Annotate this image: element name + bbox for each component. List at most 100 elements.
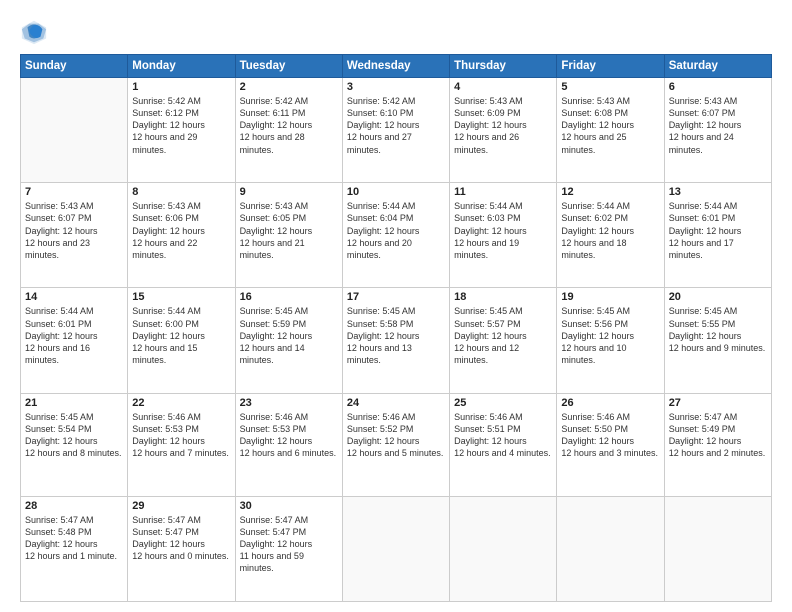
day-number: 19 [561, 291, 659, 303]
header [20, 18, 772, 46]
calendar-cell: 25 Sunrise: 5:46 AM Sunset: 5:51 PM Dayl… [450, 393, 557, 496]
calendar-cell: 21 Sunrise: 5:45 AM Sunset: 5:54 PM Dayl… [21, 393, 128, 496]
cell-info: Sunrise: 5:44 AM Sunset: 6:04 PM Dayligh… [347, 200, 445, 261]
col-header-thursday: Thursday [450, 55, 557, 78]
cell-info: Sunrise: 5:47 AM Sunset: 5:48 PM Dayligh… [25, 514, 123, 563]
calendar-cell: 29 Sunrise: 5:47 AM Sunset: 5:47 PM Dayl… [128, 496, 235, 601]
cell-info: Sunrise: 5:46 AM Sunset: 5:50 PM Dayligh… [561, 411, 659, 460]
calendar-cell: 14 Sunrise: 5:44 AM Sunset: 6:01 PM Dayl… [21, 288, 128, 393]
calendar-cell: 28 Sunrise: 5:47 AM Sunset: 5:48 PM Dayl… [21, 496, 128, 601]
calendar-cell: 3 Sunrise: 5:42 AM Sunset: 6:10 PM Dayli… [342, 78, 449, 183]
cell-info: Sunrise: 5:45 AM Sunset: 5:56 PM Dayligh… [561, 305, 659, 366]
cell-info: Sunrise: 5:46 AM Sunset: 5:51 PM Dayligh… [454, 411, 552, 460]
col-header-wednesday: Wednesday [342, 55, 449, 78]
calendar-cell: 27 Sunrise: 5:47 AM Sunset: 5:49 PM Dayl… [664, 393, 771, 496]
cell-info: Sunrise: 5:45 AM Sunset: 5:58 PM Dayligh… [347, 305, 445, 366]
col-header-tuesday: Tuesday [235, 55, 342, 78]
day-number: 22 [132, 397, 230, 409]
calendar-cell [342, 496, 449, 601]
calendar-row-5: 28 Sunrise: 5:47 AM Sunset: 5:48 PM Dayl… [21, 496, 772, 601]
cell-info: Sunrise: 5:42 AM Sunset: 6:10 PM Dayligh… [347, 95, 445, 156]
calendar-cell: 11 Sunrise: 5:44 AM Sunset: 6:03 PM Dayl… [450, 183, 557, 288]
day-number: 29 [132, 500, 230, 512]
calendar-cell: 23 Sunrise: 5:46 AM Sunset: 5:53 PM Dayl… [235, 393, 342, 496]
day-number: 8 [132, 186, 230, 198]
calendar-cell: 7 Sunrise: 5:43 AM Sunset: 6:07 PM Dayli… [21, 183, 128, 288]
calendar-cell [664, 496, 771, 601]
day-number: 27 [669, 397, 767, 409]
day-number: 15 [132, 291, 230, 303]
calendar-cell: 1 Sunrise: 5:42 AM Sunset: 6:12 PM Dayli… [128, 78, 235, 183]
calendar-cell: 30 Sunrise: 5:47 AM Sunset: 5:47 PM Dayl… [235, 496, 342, 601]
calendar-cell: 22 Sunrise: 5:46 AM Sunset: 5:53 PM Dayl… [128, 393, 235, 496]
calendar-cell: 4 Sunrise: 5:43 AM Sunset: 6:09 PM Dayli… [450, 78, 557, 183]
day-number: 18 [454, 291, 552, 303]
cell-info: Sunrise: 5:46 AM Sunset: 5:53 PM Dayligh… [132, 411, 230, 460]
calendar-row-2: 7 Sunrise: 5:43 AM Sunset: 6:07 PM Dayli… [21, 183, 772, 288]
col-header-monday: Monday [128, 55, 235, 78]
day-number: 25 [454, 397, 552, 409]
cell-info: Sunrise: 5:43 AM Sunset: 6:07 PM Dayligh… [25, 200, 123, 261]
day-number: 17 [347, 291, 445, 303]
calendar-cell: 6 Sunrise: 5:43 AM Sunset: 6:07 PM Dayli… [664, 78, 771, 183]
cell-info: Sunrise: 5:43 AM Sunset: 6:08 PM Dayligh… [561, 95, 659, 156]
day-number: 11 [454, 186, 552, 198]
cell-info: Sunrise: 5:45 AM Sunset: 5:55 PM Dayligh… [669, 305, 767, 354]
col-header-friday: Friday [557, 55, 664, 78]
day-number: 6 [669, 81, 767, 93]
calendar-cell: 26 Sunrise: 5:46 AM Sunset: 5:50 PM Dayl… [557, 393, 664, 496]
cell-info: Sunrise: 5:45 AM Sunset: 5:54 PM Dayligh… [25, 411, 123, 460]
calendar-cell: 12 Sunrise: 5:44 AM Sunset: 6:02 PM Dayl… [557, 183, 664, 288]
calendar-cell [21, 78, 128, 183]
day-number: 13 [669, 186, 767, 198]
day-number: 12 [561, 186, 659, 198]
day-number: 14 [25, 291, 123, 303]
cell-info: Sunrise: 5:44 AM Sunset: 6:01 PM Dayligh… [25, 305, 123, 366]
cell-info: Sunrise: 5:47 AM Sunset: 5:47 PM Dayligh… [132, 514, 230, 563]
cell-info: Sunrise: 5:43 AM Sunset: 6:05 PM Dayligh… [240, 200, 338, 261]
calendar-cell: 24 Sunrise: 5:46 AM Sunset: 5:52 PM Dayl… [342, 393, 449, 496]
day-number: 3 [347, 81, 445, 93]
page: SundayMondayTuesdayWednesdayThursdayFrid… [0, 0, 792, 612]
cell-info: Sunrise: 5:42 AM Sunset: 6:11 PM Dayligh… [240, 95, 338, 156]
day-number: 28 [25, 500, 123, 512]
cell-info: Sunrise: 5:44 AM Sunset: 6:00 PM Dayligh… [132, 305, 230, 366]
day-number: 26 [561, 397, 659, 409]
calendar-cell: 18 Sunrise: 5:45 AM Sunset: 5:57 PM Dayl… [450, 288, 557, 393]
day-number: 7 [25, 186, 123, 198]
day-number: 23 [240, 397, 338, 409]
day-number: 5 [561, 81, 659, 93]
logo-icon [20, 18, 48, 46]
calendar-cell [557, 496, 664, 601]
day-number: 10 [347, 186, 445, 198]
cell-info: Sunrise: 5:44 AM Sunset: 6:01 PM Dayligh… [669, 200, 767, 261]
calendar-cell: 5 Sunrise: 5:43 AM Sunset: 6:08 PM Dayli… [557, 78, 664, 183]
day-number: 30 [240, 500, 338, 512]
cell-info: Sunrise: 5:44 AM Sunset: 6:03 PM Dayligh… [454, 200, 552, 261]
calendar-cell: 8 Sunrise: 5:43 AM Sunset: 6:06 PM Dayli… [128, 183, 235, 288]
calendar-cell: 2 Sunrise: 5:42 AM Sunset: 6:11 PM Dayli… [235, 78, 342, 183]
cell-info: Sunrise: 5:46 AM Sunset: 5:52 PM Dayligh… [347, 411, 445, 460]
cell-info: Sunrise: 5:42 AM Sunset: 6:12 PM Dayligh… [132, 95, 230, 156]
calendar-header-row: SundayMondayTuesdayWednesdayThursdayFrid… [21, 55, 772, 78]
col-header-saturday: Saturday [664, 55, 771, 78]
cell-info: Sunrise: 5:47 AM Sunset: 5:47 PM Dayligh… [240, 514, 338, 575]
calendar-cell: 15 Sunrise: 5:44 AM Sunset: 6:00 PM Dayl… [128, 288, 235, 393]
calendar-row-4: 21 Sunrise: 5:45 AM Sunset: 5:54 PM Dayl… [21, 393, 772, 496]
cell-info: Sunrise: 5:46 AM Sunset: 5:53 PM Dayligh… [240, 411, 338, 460]
day-number: 24 [347, 397, 445, 409]
calendar-cell: 10 Sunrise: 5:44 AM Sunset: 6:04 PM Dayl… [342, 183, 449, 288]
cell-info: Sunrise: 5:45 AM Sunset: 5:59 PM Dayligh… [240, 305, 338, 366]
calendar-cell: 16 Sunrise: 5:45 AM Sunset: 5:59 PM Dayl… [235, 288, 342, 393]
calendar-cell: 17 Sunrise: 5:45 AM Sunset: 5:58 PM Dayl… [342, 288, 449, 393]
calendar-cell: 20 Sunrise: 5:45 AM Sunset: 5:55 PM Dayl… [664, 288, 771, 393]
logo [20, 18, 52, 46]
cell-info: Sunrise: 5:43 AM Sunset: 6:09 PM Dayligh… [454, 95, 552, 156]
day-number: 1 [132, 81, 230, 93]
calendar-cell [450, 496, 557, 601]
calendar-cell: 9 Sunrise: 5:43 AM Sunset: 6:05 PM Dayli… [235, 183, 342, 288]
cell-info: Sunrise: 5:43 AM Sunset: 6:06 PM Dayligh… [132, 200, 230, 261]
calendar-table: SundayMondayTuesdayWednesdayThursdayFrid… [20, 54, 772, 602]
day-number: 21 [25, 397, 123, 409]
day-number: 20 [669, 291, 767, 303]
